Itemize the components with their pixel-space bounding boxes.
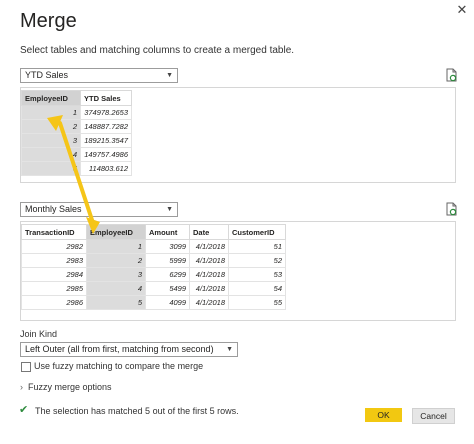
first-table-preview: EmployeeID YTD Sales 1 374978.2653 2 148… — [20, 87, 456, 183]
chevron-down-icon: ▼ — [226, 346, 233, 353]
table-cell: 4 — [86, 281, 146, 296]
column-header-ytd-sales[interactable]: YTD Sales — [80, 90, 132, 106]
ok-button[interactable]: OK — [365, 408, 402, 422]
table-cell: 114803.612 — [80, 161, 132, 176]
table-row: 2983 2 5999 4/1/2018 52 — [21, 253, 286, 268]
second-table: TransactionID EmployeeID Amount Date Cus… — [21, 224, 286, 310]
checkmark-icon: ✔ — [19, 404, 29, 416]
table-cell: 6299 — [145, 267, 190, 282]
table-row: 2982 1 3099 4/1/2018 51 — [21, 239, 286, 254]
table-cell: 3099 — [145, 239, 190, 254]
dialog-title: Merge — [20, 10, 77, 32]
column-header-employeeid[interactable]: EmployeeID — [86, 224, 146, 240]
table-cell: 2985 — [21, 281, 87, 296]
table-cell: 4 — [21, 147, 81, 162]
table-cell: 5 — [21, 161, 81, 176]
column-header-employeeid[interactable]: EmployeeID — [21, 90, 81, 106]
table-cell: 4/1/2018 — [189, 239, 229, 254]
table-row: 1 374978.2653 — [21, 105, 132, 120]
table-cell: 4099 — [145, 295, 190, 310]
join-kind-label: Join Kind — [20, 329, 58, 339]
table-cell: 53 — [228, 267, 286, 282]
first-table-dropdown[interactable]: YTD Sales ▼ — [20, 68, 178, 83]
table-cell: 4/1/2018 — [189, 253, 229, 268]
join-kind-selected: Left Outer (all from first, matching fro… — [25, 344, 214, 354]
table-cell: 149757.4986 — [80, 147, 132, 162]
table-row: 2 148887.7282 — [21, 119, 132, 134]
table-cell: 5 — [86, 295, 146, 310]
table-row: 2986 5 4099 4/1/2018 55 — [21, 295, 286, 310]
table-row: 3 189215.3547 — [21, 133, 132, 148]
table-cell: 4/1/2018 — [189, 281, 229, 296]
table-cell: 374978.2653 — [80, 105, 132, 120]
table-cell: 55 — [228, 295, 286, 310]
table-cell: 2983 — [21, 253, 87, 268]
close-icon[interactable]: ✕ — [452, 2, 472, 18]
first-table: EmployeeID YTD Sales 1 374978.2653 2 148… — [21, 90, 132, 176]
table-row: 2984 3 6299 4/1/2018 53 — [21, 267, 286, 282]
cancel-button[interactable]: Cancel — [412, 408, 455, 424]
table-row: 5 114803.612 — [21, 161, 132, 176]
refresh-icon[interactable] — [444, 202, 458, 216]
table-cell: 4/1/2018 — [189, 295, 229, 310]
chevron-down-icon: ▼ — [166, 72, 173, 79]
second-table-preview: TransactionID EmployeeID Amount Date Cus… — [20, 221, 456, 321]
table-row: 2985 4 5499 4/1/2018 54 — [21, 281, 286, 296]
table-cell: 1 — [86, 239, 146, 254]
table-row: 4 149757.4986 — [21, 147, 132, 162]
table-cell: 148887.7282 — [80, 119, 132, 134]
second-table-selected: Monthly Sales — [25, 204, 82, 214]
table-cell: 1 — [21, 105, 81, 120]
table-cell: 51 — [228, 239, 286, 254]
second-table-dropdown[interactable]: Monthly Sales ▼ — [20, 202, 178, 217]
table-cell: 4/1/2018 — [189, 267, 229, 282]
fuzzy-matching-checkbox[interactable] — [21, 362, 31, 372]
join-kind-dropdown[interactable]: Left Outer (all from first, matching fro… — [20, 342, 238, 357]
table-cell: 2984 — [21, 267, 87, 282]
table-cell: 5499 — [145, 281, 190, 296]
fuzzy-merge-options-expander[interactable]: Fuzzy merge options — [28, 382, 112, 392]
table-cell: 189215.3547 — [80, 133, 132, 148]
fuzzy-matching-label[interactable]: Use fuzzy matching to compare the merge — [34, 361, 203, 371]
table-cell: 5999 — [145, 253, 190, 268]
dialog-subtitle: Select tables and matching columns to cr… — [20, 45, 295, 56]
column-header-transactionid[interactable]: TransactionID — [21, 224, 87, 240]
column-header-amount[interactable]: Amount — [145, 224, 190, 240]
table-cell: 2 — [86, 253, 146, 268]
table-cell: 2986 — [21, 295, 87, 310]
table-cell: 3 — [86, 267, 146, 282]
table-cell: 54 — [228, 281, 286, 296]
first-table-selected: YTD Sales — [25, 70, 69, 80]
table-cell: 52 — [228, 253, 286, 268]
column-header-date[interactable]: Date — [189, 224, 229, 240]
chevron-right-icon[interactable]: › — [20, 382, 23, 392]
table-cell: 2 — [21, 119, 81, 134]
column-header-customerid[interactable]: CustomerID — [228, 224, 286, 240]
chevron-down-icon: ▼ — [166, 206, 173, 213]
table-cell: 2982 — [21, 239, 87, 254]
table-cell: 3 — [21, 133, 81, 148]
match-status-text: The selection has matched 5 out of the f… — [35, 406, 239, 416]
refresh-icon[interactable] — [444, 68, 458, 82]
